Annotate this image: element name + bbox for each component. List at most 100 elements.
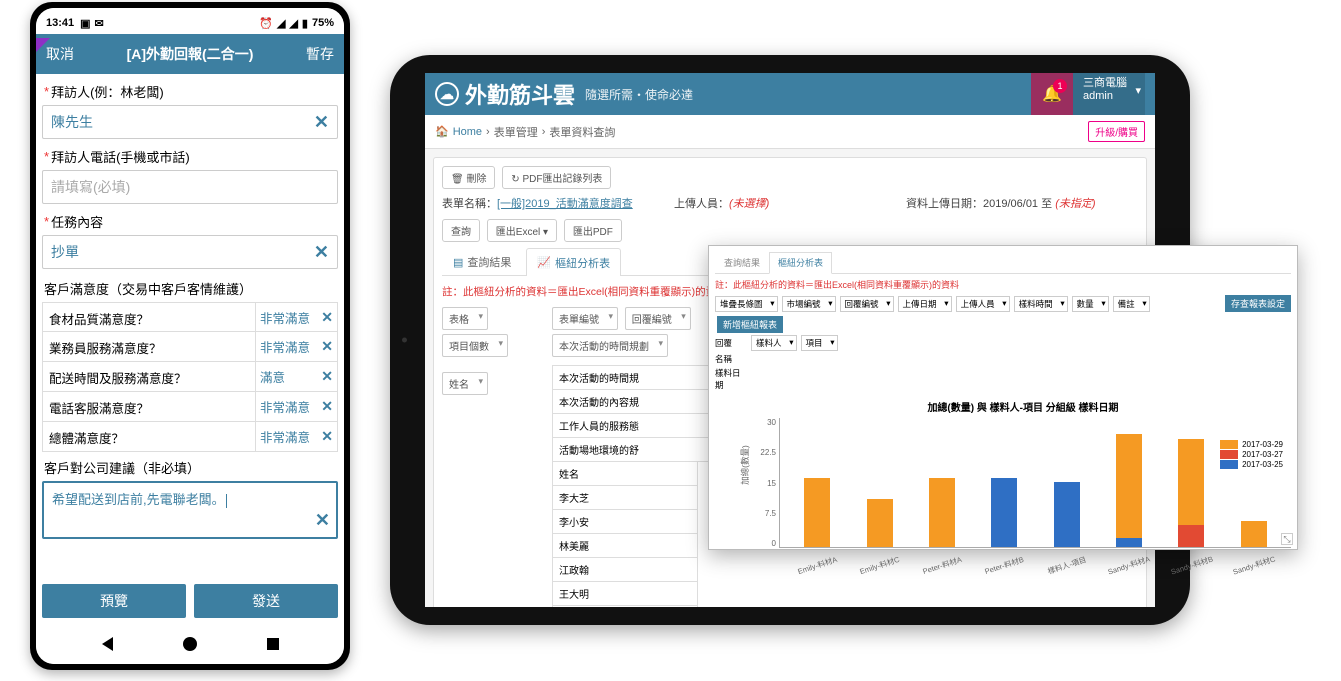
breadcrumb-home[interactable]: Home — [453, 126, 482, 138]
name-dropdown[interactable]: 姓名 — [442, 372, 488, 395]
add-report-button[interactable]: 新增樞紐報表 — [717, 316, 783, 333]
save-draft-button[interactable]: 暫存 — [306, 44, 334, 64]
wifi-icon: ◢ — [277, 17, 285, 30]
query-button[interactable]: 查詢 — [442, 219, 480, 242]
rating-row[interactable]: 業務員服務滿意度？非常滿意✕ — [42, 332, 338, 362]
phone-label: *拜訪人電話(手機或市話) — [42, 143, 338, 170]
clear-icon[interactable]: ✕ — [321, 428, 333, 445]
cfg-dropdown[interactable]: 數量 — [1072, 296, 1109, 312]
popup-tab-query[interactable]: 查詢結果 — [715, 252, 769, 273]
formno-dropdown[interactable]: 表單編號 — [552, 307, 618, 330]
rating-list: 食材品質滿意度？非常滿意✕業務員服務滿意度？非常滿意✕配送時間及服務滿意度？滿意… — [42, 302, 338, 452]
notification-button[interactable]: 🔔 1 — [1031, 73, 1073, 115]
app-title: [A]外勤回報(二合一) — [74, 44, 306, 64]
chart-popup: 查詢結果 樞紐分析表 註：此樞紐分析的資料＝匯出Excel(相同資料重覆顯示)的… — [708, 245, 1298, 550]
rating-row[interactable]: 總體滿意度？非常滿意✕ — [42, 422, 338, 452]
clear-icon[interactable]: ✕ — [314, 112, 329, 133]
signal-icon: ◢ — [289, 17, 297, 30]
user-menu[interactable]: 三商電腦 admin — [1073, 73, 1145, 115]
logo-icon: ☁ — [435, 82, 459, 106]
resize-handle-icon[interactable]: ⤡ — [1281, 533, 1293, 545]
gallery-icon: ▣ — [80, 17, 90, 30]
cfg-dropdown[interactable]: 上傳人員 — [956, 296, 1010, 312]
itemcount-dropdown[interactable]: 項目個數 — [442, 334, 508, 357]
slogan: 隨選所需・使命必達 — [585, 86, 693, 103]
clear-icon[interactable]: ✕ — [321, 368, 333, 385]
logo: ☁ 外勤筋斗雲 — [435, 78, 575, 110]
cancel-button[interactable]: 取消 — [46, 44, 74, 64]
android-nav — [36, 624, 344, 664]
tab-pivot[interactable]: 📈樞紐分析表 — [526, 248, 621, 276]
y-axis: 3022.5157.50 — [755, 418, 779, 548]
rating-row[interactable]: 配送時間及服務滿意度？滿意✕ — [42, 362, 338, 392]
cfg-dropdown[interactable]: 樣料時間 — [1014, 296, 1068, 312]
action-buttons: 預覽 發送 — [36, 578, 344, 624]
recent-icon[interactable] — [267, 638, 279, 650]
cfg-dropdown[interactable]: 備註 — [1113, 296, 1150, 312]
tab-query-result[interactable]: ▤查詢結果 — [442, 248, 522, 275]
row-dropdown[interactable]: 樣料人 — [751, 335, 797, 351]
home-icon: 🏠 — [435, 125, 449, 138]
phone-screen: 13:41 ▣ ✉ ⏰ ◢ ◢ ▮ 75% 取消 [A]外勤回報(二合一) 暫存… — [36, 8, 344, 664]
notification-badge: 1 — [1053, 79, 1067, 93]
home-icon[interactable] — [183, 637, 197, 651]
back-icon[interactable] — [102, 637, 113, 651]
rating-section-title: 客戶滿意度（交易中客戶客情維護） — [42, 273, 338, 302]
replyno-dropdown[interactable]: 回覆編號 — [625, 307, 691, 330]
form-name-link[interactable]: [一般]2019_活動滿意度調查 — [497, 198, 633, 210]
visitor-input[interactable]: 陳先生 ✕ — [42, 105, 338, 139]
document-icon: ▤ — [453, 256, 463, 269]
chart-bars: Emily-料材AEmily-料材CPeter-料材APeter-料材B樣料人-… — [779, 418, 1291, 548]
rating-row[interactable]: 電話客服滿意度？非常滿意✕ — [42, 392, 338, 422]
breadcrumb-l1: 表單管理 — [494, 124, 538, 140]
row-dropdown[interactable]: 項目 — [801, 335, 838, 351]
battery-icon: ▮ — [302, 17, 308, 30]
phone-device: 13:41 ▣ ✉ ⏰ ◢ ◢ ▮ 75% 取消 [A]外勤回報(二合一) 暫存… — [30, 2, 350, 670]
web-header: ☁ 外勤筋斗雲 隨選所需・使命必達 🔔 1 三商電腦 admin — [425, 73, 1155, 115]
rating-row[interactable]: 食材品質滿意度？非常滿意✕ — [42, 302, 338, 332]
wechat-icon: ✉ — [95, 17, 104, 30]
chart-type-dropdown[interactable]: 堆疊長條圖 — [715, 296, 778, 312]
breadcrumb: 🏠 Home › 表單管理 › 表單資料查詢 升級/購買 — [425, 115, 1155, 149]
filter-info: 表單名稱：[一般]2019_活動滿意度調查 上傳人員：(未選擇) 資料上傳日期：… — [442, 195, 1138, 211]
battery-text: 75% — [312, 17, 334, 29]
task-input[interactable]: 抄單 ✕ — [42, 235, 338, 269]
save-config-button[interactable]: 存查報表設定 — [1225, 295, 1291, 312]
pdf-log-button[interactable]: ↻ PDF匯出記錄列表 — [502, 166, 611, 189]
phone-input[interactable]: 請填寫(必填) — [42, 170, 338, 204]
clear-icon[interactable]: ✕ — [314, 242, 329, 263]
suggest-input[interactable]: 希望配送到店前,先電聯老闆。 ✕ — [42, 481, 338, 539]
status-bar: 13:41 ▣ ✉ ⏰ ◢ ◢ ▮ 75% — [36, 8, 344, 34]
preview-button[interactable]: 預覽 — [42, 584, 186, 618]
breadcrumb-l2: 表單資料查詢 — [549, 124, 615, 140]
cfg-dropdown[interactable]: 市場編號 — [782, 296, 836, 312]
send-button[interactable]: 發送 — [194, 584, 338, 618]
clear-icon[interactable]: ✕ — [321, 398, 333, 415]
timeplan-dropdown[interactable]: 本次活動的時間規劃 — [552, 334, 668, 357]
visitor-label: *拜訪人(例：林老闆) — [42, 78, 338, 105]
cfg-dropdown[interactable]: 回覆編號 — [840, 296, 894, 312]
clear-icon[interactable]: ✕ — [315, 510, 330, 531]
bar-chart: 加總(數量) 與 樣料人-項目 分組級 樣料日期 加總(數量) 3022.515… — [755, 399, 1291, 568]
form-body: *拜訪人(例：林老闆) 陳先生 ✕ *拜訪人電話(手機或市話) 請填寫(必填) … — [36, 74, 344, 578]
clear-icon[interactable]: ✕ — [321, 309, 333, 326]
chart-legend: 2017-03-292017-03-272017-03-25 — [1220, 439, 1283, 470]
y-axis-label: 加總(數量) — [739, 445, 751, 485]
cfg-dropdown[interactable]: 上傳日期 — [898, 296, 952, 312]
task-label: *任務內容 — [42, 208, 338, 235]
alarm-icon: ⏰ — [259, 17, 273, 30]
chart-icon: 📈 — [537, 256, 551, 269]
corner-ribbon — [36, 38, 50, 52]
export-excel-button[interactable]: 匯出Excel ▾ — [487, 219, 557, 242]
app-header: 取消 [A]外勤回報(二合一) 暫存 — [36, 34, 344, 74]
popup-tab-pivot[interactable]: 樞紐分析表 — [769, 252, 832, 274]
suggest-label: 客戶對公司建議（非必填） — [42, 452, 338, 481]
table-dropdown[interactable]: 表格 — [442, 307, 488, 330]
popup-note: 註：此樞紐分析的資料＝匯出Excel(相同資料重覆顯示)的資料 — [715, 278, 1291, 291]
export-pdf-button[interactable]: 匯出PDF — [564, 219, 622, 242]
delete-button[interactable]: 🗑 刪除 — [442, 166, 495, 189]
clear-icon[interactable]: ✕ — [321, 338, 333, 355]
upgrade-button[interactable]: 升級/購買 — [1088, 121, 1145, 142]
chart-title: 加總(數量) 與 樣料人-項目 分組級 樣料日期 — [755, 399, 1291, 414]
status-time: 13:41 — [46, 17, 74, 29]
